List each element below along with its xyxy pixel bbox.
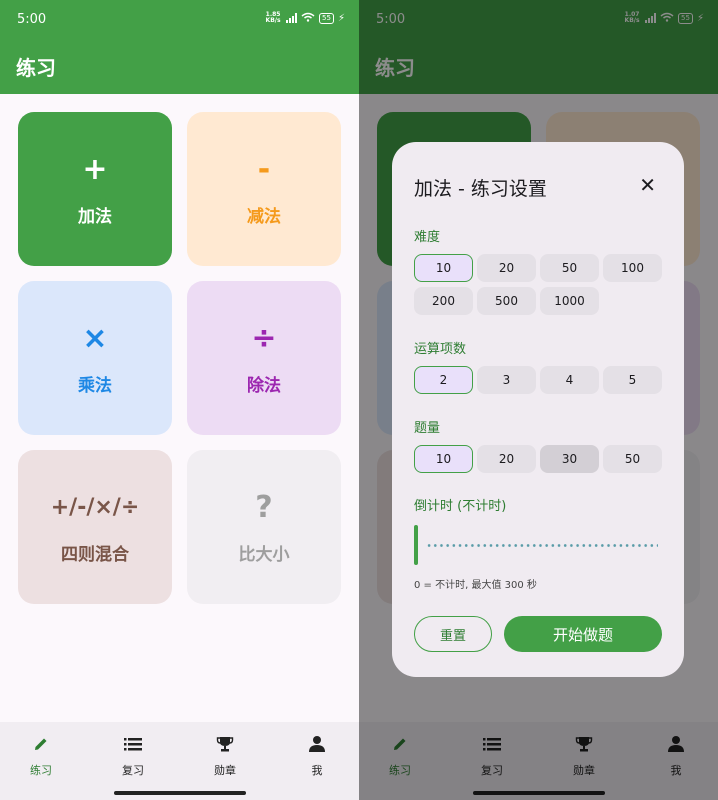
terms-chips: 2 3 4 5 [414, 366, 666, 394]
difficulty-chip[interactable]: 200 [414, 287, 473, 315]
card-symbol: - [257, 151, 271, 187]
difficulty-chip[interactable]: 10 [414, 254, 473, 282]
count-chips: 10 20 30 50 [414, 445, 666, 473]
person-icon [287, 734, 347, 754]
nav-item-medals[interactable]: 勋章 [195, 734, 255, 778]
nav-label: 我 [311, 764, 323, 777]
nav-label: 复习 [122, 764, 144, 777]
difficulty-chip[interactable]: 500 [477, 287, 536, 315]
practice-screen-with-dialog: 练习 5:00 1.07 KB/s 55 ⚡ 练习 复习 勋章 我 加法 - 练… [359, 0, 718, 800]
difficulty-chip[interactable]: 50 [540, 254, 599, 282]
count-chip[interactable]: 10 [414, 445, 473, 473]
card-addition[interactable]: + 加法 [18, 112, 172, 266]
card-symbol: × [82, 320, 108, 356]
card-label: 减法 [247, 206, 281, 227]
home-indicator [114, 791, 246, 795]
timer-hint: 0 = 不计时, 最大值 300 秒 [414, 580, 537, 591]
trophy-icon [195, 734, 255, 754]
list-icon [103, 734, 163, 754]
nav-item-review[interactable]: 复习 [103, 734, 163, 778]
card-label: 四则混合 [61, 544, 129, 565]
pencil-icon [11, 734, 71, 754]
card-symbol: ÷ [251, 320, 277, 356]
terms-label: 运算项数 [414, 342, 467, 357]
timer-label: 倒计时 (不计时) [414, 499, 507, 514]
signal-icon [286, 13, 298, 23]
count-chip[interactable]: 50 [603, 445, 662, 473]
card-multiplication[interactable]: × 乘法 [18, 281, 172, 435]
card-subtraction[interactable]: - 减法 [187, 112, 341, 266]
terms-chip[interactable]: 5 [603, 366, 662, 394]
timer-slider-track[interactable] [426, 544, 658, 547]
nav-item-practice[interactable]: 练习 [11, 734, 71, 778]
terms-chip[interactable]: 4 [540, 366, 599, 394]
charging-icon: ⚡ [337, 12, 345, 24]
nav-label: 勋章 [214, 764, 236, 777]
close-icon[interactable]: ✕ [639, 175, 656, 195]
card-label: 加法 [78, 206, 112, 227]
card-label: 除法 [247, 375, 281, 396]
card-mixed[interactable]: +/-/×/÷ 四则混合 [18, 450, 172, 604]
card-label: 比大小 [238, 544, 290, 565]
difficulty-chip[interactable]: 100 [603, 254, 662, 282]
count-label: 题量 [414, 421, 441, 436]
status-icons: 1.85 KB/s 55 ⚡ [264, 12, 345, 24]
timer-slider-thumb[interactable] [414, 525, 418, 565]
card-label: 乘法 [78, 375, 112, 396]
terms-chip[interactable]: 3 [477, 366, 536, 394]
card-symbol: +/-/×/÷ [50, 494, 140, 520]
terms-chip[interactable]: 2 [414, 366, 473, 394]
difficulty-label: 难度 [414, 230, 441, 245]
reset-button[interactable]: 重置 [414, 616, 492, 652]
card-compare[interactable]: ? 比大小 [187, 450, 341, 604]
status-bar: 5:00 1.85 KB/s 55 ⚡ [0, 0, 359, 40]
bottom-nav: 练习 复习 勋章 我 [0, 722, 359, 800]
card-division[interactable]: ÷ 除法 [187, 281, 341, 435]
count-chip[interactable]: 20 [477, 445, 536, 473]
nav-item-me[interactable]: 我 [287, 734, 347, 778]
nav-label: 练习 [30, 764, 52, 777]
practice-settings-dialog: 加法 - 练习设置 ✕ 难度 10 20 50 100 200 500 1000… [392, 142, 684, 677]
difficulty-chips: 10 20 50 100 200 500 1000 [414, 254, 666, 315]
count-chip[interactable]: 30 [540, 445, 599, 473]
difficulty-chip[interactable]: 1000 [540, 287, 599, 315]
net-speed: 1.85 KB/s [265, 11, 281, 24]
card-symbol: + [82, 151, 108, 187]
page-title: 练习 [16, 56, 56, 80]
card-symbol: ? [255, 489, 273, 525]
wifi-icon [301, 12, 315, 24]
practice-screen: 练习 5:00 1.85 KB/s 55 ⚡ + 加法 - 减法 × 乘法 ÷ … [0, 0, 359, 800]
battery-icon: 55 [319, 12, 334, 24]
dialog-title: 加法 - 练习设置 [414, 178, 547, 200]
status-time: 5:00 [17, 12, 47, 27]
start-button[interactable]: 开始做题 [504, 616, 662, 652]
difficulty-chip[interactable]: 20 [477, 254, 536, 282]
